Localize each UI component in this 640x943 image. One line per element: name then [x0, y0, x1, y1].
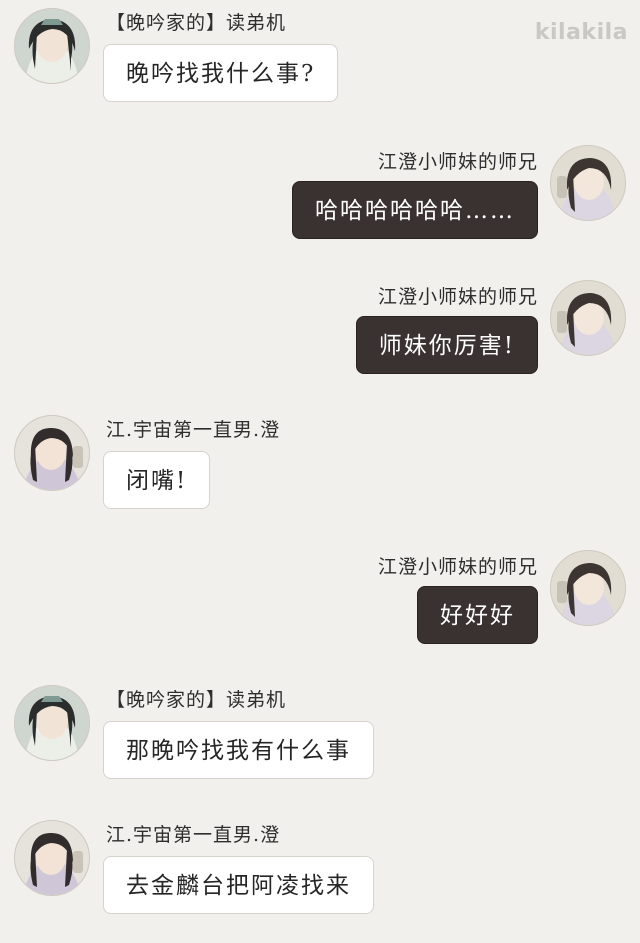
- message-bubble[interactable]: 好好好: [417, 586, 538, 644]
- senior-brother-avatar-icon: [551, 281, 625, 355]
- message-bubble[interactable]: 那晚吟找我有什么事: [103, 721, 374, 779]
- sender-name: 江.宇宙第一直男.澄: [106, 419, 281, 441]
- jiangcheng-avatar-icon: [15, 416, 89, 490]
- avatar[interactable]: [14, 685, 90, 761]
- sender-name: 江澄小师妹的师兄: [377, 286, 538, 308]
- senior-brother-avatar-icon: [551, 551, 625, 625]
- avatar[interactable]: [14, 8, 90, 84]
- avatar[interactable]: [14, 820, 90, 896]
- sender-name: 江澄小师妹的师兄: [377, 151, 538, 173]
- sender-name: 江.宇宙第一直男.澄: [106, 824, 281, 846]
- watermark-logo: kilakila: [534, 20, 628, 45]
- message-bubble[interactable]: 哈哈哈哈哈哈……: [292, 181, 538, 239]
- senior-brother-avatar-icon: [551, 146, 625, 220]
- wanyin-avatar-icon: [15, 686, 89, 760]
- wanyin-avatar-icon: [15, 9, 89, 83]
- sender-name: 【晚吟家的】读弟机: [106, 12, 287, 34]
- message-bubble[interactable]: 师妹你厉害!: [355, 316, 538, 374]
- message-bubble[interactable]: 闭嘴!: [103, 451, 211, 509]
- avatar[interactable]: [14, 415, 90, 491]
- avatar[interactable]: [550, 550, 626, 626]
- message-bubble[interactable]: 晚吟找我什么事?: [103, 44, 339, 102]
- avatar[interactable]: [550, 280, 626, 356]
- sender-name: 江澄小师妹的师兄: [377, 556, 538, 578]
- avatar[interactable]: [550, 145, 626, 221]
- message-bubble[interactable]: 去金麟台把阿凌找来: [103, 856, 374, 914]
- jiangcheng-avatar-icon: [15, 821, 89, 895]
- sender-name: 【晚吟家的】读弟机: [106, 689, 287, 711]
